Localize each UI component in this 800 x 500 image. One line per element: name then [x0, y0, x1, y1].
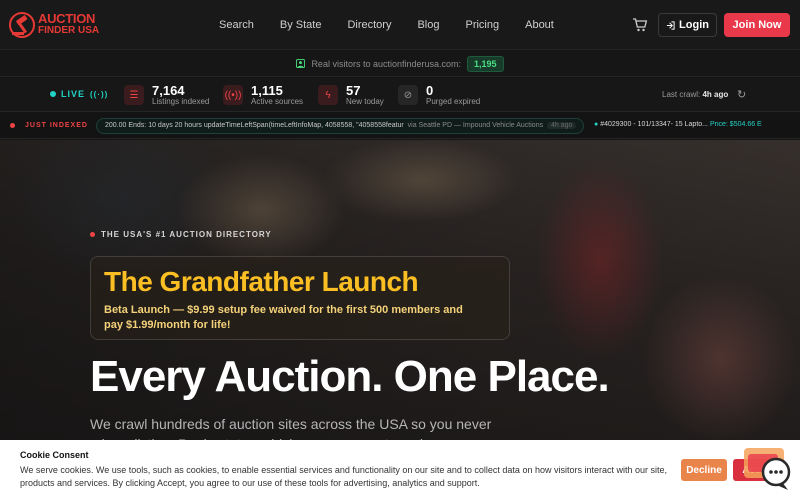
stat-label: Active sources [251, 97, 304, 106]
last-crawl-label: Last crawl: [662, 90, 701, 99]
hero-section: THE USA'S #1 AUCTION DIRECTORY The Grand… [0, 140, 800, 440]
ticker-item-age: 4h ago [546, 122, 577, 129]
stat-label: Listings indexed [152, 97, 210, 106]
stat-value: 7,164 [152, 83, 185, 98]
ticker-item[interactable]: 200.00 Ends: 10 days 20 hours updateTime… [96, 118, 584, 134]
ticker-item-source: via Seattle PD — Impound Vehicle Auction… [407, 122, 544, 129]
cookie-title: Cookie Consent [20, 450, 89, 460]
nav-link-blog[interactable]: Blog [417, 19, 439, 31]
logo-wordmark: AUCTION FINDER USA [38, 11, 100, 37]
ticker-label-text: JUST INDEXED [25, 122, 88, 129]
live-dot [50, 91, 56, 97]
login-label: Login [679, 19, 709, 31]
hero-headline: Every Auction. One Place. [90, 352, 610, 401]
ticker-item[interactable]: ● #4029300 - 101/13347- 15 Lapto... Pric… [594, 121, 800, 128]
ban-icon: ⊘ [398, 85, 418, 105]
site-logo[interactable]: AUCTION FINDER USA [8, 10, 100, 40]
last-crawl: Last crawl: 4h ago [662, 90, 728, 99]
nav-link-search[interactable]: Search [219, 19, 254, 31]
nav-links: Search By State Directory Blog Pricing A… [206, 0, 567, 50]
login-button[interactable]: Login [658, 13, 717, 37]
promo-text: Beta Launch — $9.99 setup fee waived for… [104, 304, 463, 331]
decline-button[interactable]: Decline [681, 459, 727, 481]
promo-title: The Grandfather Launch [104, 266, 419, 297]
list-icon: ☰ [124, 85, 144, 105]
hero-subtext: We crawl hundreds of auction sites acros… [90, 416, 492, 440]
live-indicator: LIVE ((·)) [50, 89, 108, 99]
last-crawl-value: 4h ago [702, 90, 729, 99]
nav-link-by-state[interactable]: By State [280, 19, 322, 31]
gavel-logo-icon [9, 12, 35, 38]
eyebrow-dot [90, 232, 95, 237]
user-icon [296, 59, 306, 68]
nav-link-directory[interactable]: Directory [347, 19, 391, 31]
ticker-item-text: 200.00 Ends: 10 days 20 hours updateTime… [105, 122, 404, 129]
nav-link-pricing[interactable]: Pricing [465, 19, 499, 31]
stat-value: 57 [346, 83, 361, 98]
logo-line-2: FINDER USA [38, 25, 100, 36]
bolt-icon: ϟ [318, 85, 338, 105]
eyebrow-text: THE USA'S #1 AUCTION DIRECTORY [101, 230, 272, 239]
stat-value: 1,115 [251, 83, 283, 98]
ticker-dot: ● [594, 121, 599, 128]
nav-link-about[interactable]: About [525, 19, 554, 31]
cookie-text: We serve cookies. We use tools, such as … [20, 465, 667, 488]
visitors-count: 1,195 [467, 55, 504, 72]
ticker-dot [10, 123, 15, 128]
cookie-consent-banner: Cookie Consent We serve cookies. We use … [0, 440, 800, 500]
hero-eyebrow: THE USA'S #1 AUCTION DIRECTORY [90, 230, 272, 239]
stat-label: New today [346, 97, 384, 106]
ticker-item-price: Price: $504.66 E [709, 121, 762, 128]
visitor-counter-bar: Real visitors to auctionfinderusa.com: 1… [0, 51, 800, 77]
chat-widget-icon[interactable] [742, 444, 792, 494]
just-indexed-ticker: JUST INDEXED 200.00 Ends: 10 days 20 hou… [0, 113, 800, 139]
cart-icon[interactable] [632, 17, 648, 33]
promo-banner: The Grandfather Launch Beta Launch — $9.… [90, 256, 510, 340]
stat-value: 0 [426, 83, 434, 98]
join-now-button[interactable]: Join Now [724, 13, 790, 37]
radio-icon: ((•)) [223, 85, 243, 105]
login-icon [666, 20, 675, 30]
top-navbar: AUCTION FINDER USA Search By State Direc… [0, 0, 800, 50]
ticker-label: JUST INDEXED [10, 122, 88, 129]
visitors-label: Real visitors to auctionfinderusa.com: [311, 58, 462, 69]
live-label: LIVE [61, 89, 86, 99]
signal-icon: ((·)) [90, 89, 109, 99]
stats-bar: LIVE ((·)) ☰ 7,164 Listings indexed ((•)… [0, 78, 800, 112]
refresh-icon[interactable]: ↻ [737, 88, 747, 101]
logo-line-1: AUCTION [38, 11, 96, 26]
ticker-item-text: #4029300 - 101/13347- 15 Lapto... [600, 121, 709, 128]
stat-label: Purged expired [426, 97, 481, 106]
